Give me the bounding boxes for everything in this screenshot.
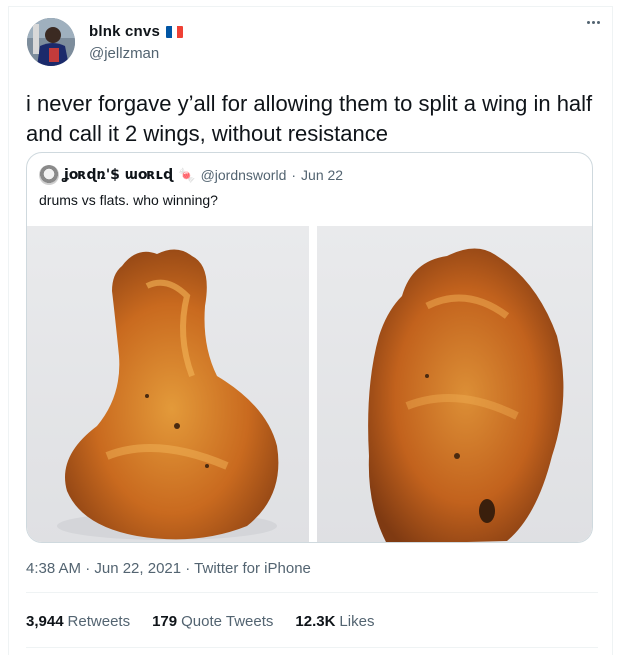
- drumette-photo[interactable]: [27, 226, 309, 542]
- tweet-text: i never forgave y’all for allowing them …: [26, 91, 593, 146]
- retweets-label: Retweets: [67, 613, 131, 630]
- france-flag-icon: [166, 25, 183, 38]
- likes-stat[interactable]: 12.3K Likes: [295, 613, 374, 630]
- quoted-tweet-text: drums vs flats. who winning?: [39, 192, 218, 208]
- quoted-tweet[interactable]: ʝօʀɖռ'$ աօʀʟɖ 🍬 @jordnsworld · Jun 22 dr…: [26, 152, 593, 543]
- quoted-tweet-date[interactable]: Jun 22: [301, 167, 343, 183]
- retweets-stat[interactable]: 3,944 Retweets: [26, 613, 130, 630]
- separator-dot: ·: [291, 167, 297, 183]
- quoted-author-name[interactable]: ʝօʀɖռ'$ աօʀʟɖ: [64, 167, 173, 183]
- quote-tweets-label: Quote Tweets: [181, 613, 274, 630]
- engagement-stats: 3,944 Retweets 179 Quote Tweets 12.3K Likes: [26, 613, 374, 630]
- more-options-icon[interactable]: [587, 21, 600, 24]
- flat-wing-photo[interactable]: [317, 226, 592, 542]
- likes-label: Likes: [339, 613, 375, 630]
- likes-count: 12.3K: [295, 613, 336, 630]
- author-display-name[interactable]: blnk cnvs: [89, 23, 160, 40]
- quoted-author-handle[interactable]: @jordnsworld: [201, 167, 287, 183]
- quote-tweets-count: 179: [152, 613, 178, 630]
- retweets-count: 3,944: [26, 613, 64, 630]
- divider: [26, 647, 598, 648]
- quote-tweets-stat[interactable]: 179 Quote Tweets: [152, 613, 273, 630]
- author-name-row[interactable]: blnk cnvs: [89, 23, 183, 40]
- divider: [26, 592, 598, 593]
- author-avatar[interactable]: [27, 18, 75, 66]
- author-handle[interactable]: @jellzman: [89, 45, 159, 62]
- candy-emoji-icon: 🍬: [178, 166, 196, 183]
- quoted-tweet-header: ʝօʀɖռ'$ աօʀʟɖ 🍬 @jordnsworld · Jun 22: [39, 165, 343, 185]
- tweet-timestamp[interactable]: 4:38 AM · Jun 22, 2021 · Twitter for iPh…: [26, 560, 311, 577]
- quoted-author-avatar[interactable]: [39, 165, 59, 185]
- tweet-card: blnk cnvs @jellzman i never forgave y’al…: [8, 6, 613, 655]
